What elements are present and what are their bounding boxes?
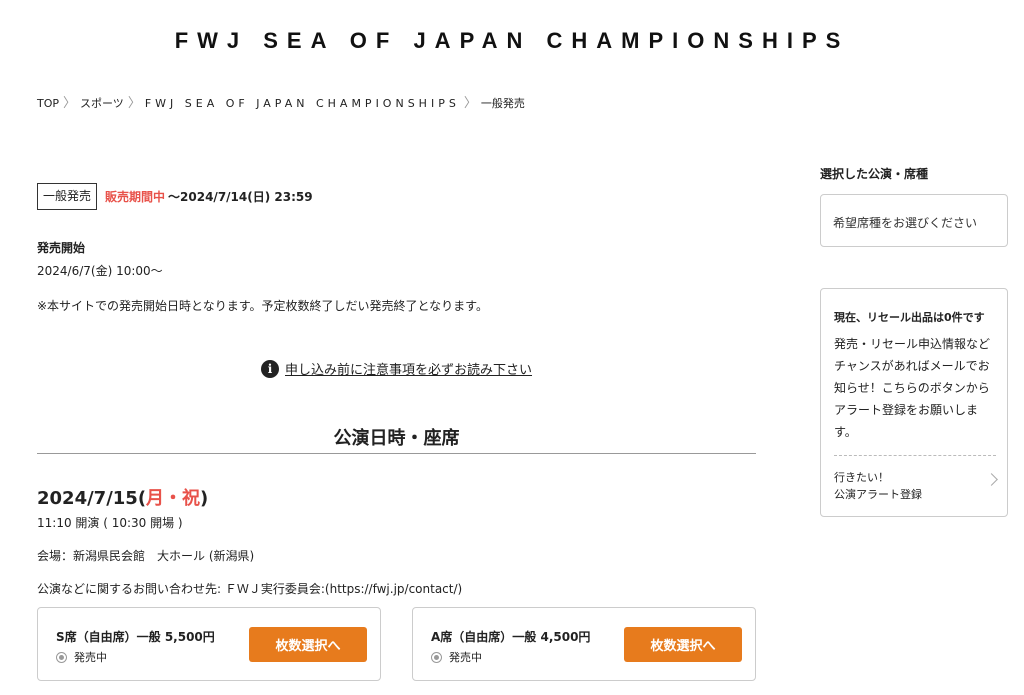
alert-register-link[interactable]: 行きたい！ 公演アラート登録 bbox=[834, 469, 998, 505]
holiday-label: 月・祝 bbox=[146, 488, 201, 509]
breadcrumb-separator-icon: 〉 bbox=[127, 95, 141, 111]
breadcrumb-separator-icon: 〉 bbox=[463, 95, 477, 111]
sale-type-badge: 一般発売 bbox=[37, 183, 98, 210]
resale-alert-box: 現在、リセール出品は0件です 発売・リセール申込情報などチャンスがあればメールで… bbox=[820, 288, 1008, 517]
selected-seat-title: 選択した公演・席種 bbox=[820, 167, 929, 181]
sale-note: ※本サイトでの発売開始日時となります。予定枚数終了しだい発売終了となります。 bbox=[37, 299, 488, 313]
breadcrumb-current: 一般発売 bbox=[480, 97, 525, 110]
breadcrumb-separator-icon: 〉 bbox=[63, 95, 77, 111]
venue: 会場：新潟県民会館 大ホール (新潟県) bbox=[37, 549, 255, 563]
resale-title: 現在、リセール出品は0件です bbox=[834, 311, 985, 324]
performance-date: 2024/7/15(月・祝) bbox=[37, 488, 209, 509]
seat-status: 発売中 bbox=[431, 649, 482, 665]
status-dot-icon bbox=[431, 651, 442, 663]
seat-card: A席（自由席）一般 4,500円 発売中 枚数選択へ bbox=[412, 607, 756, 681]
section-divider bbox=[37, 453, 756, 454]
notice-link[interactable]: 申し込み前に注意事項を必ずお読み下さい bbox=[285, 359, 532, 378]
notice-link-row[interactable]: i 申し込み前に注意事項を必ずお読み下さい bbox=[261, 359, 532, 378]
breadcrumb: TOP 〉 スポーツ 〉 FWJ SEA OF JAPAN CHAMPIONSH… bbox=[37, 95, 525, 111]
breadcrumb-sports[interactable]: スポーツ bbox=[80, 95, 124, 111]
select-quantity-button[interactable]: 枚数選択へ bbox=[624, 627, 742, 662]
seat-card: S席（自由席）一般 5,500円 発売中 枚数選択へ bbox=[37, 607, 381, 681]
sale-status: 販売期間中 bbox=[105, 190, 166, 204]
section-title: 公演日時・座席 bbox=[333, 428, 460, 449]
sale-status-row: 一般発売 販売期間中 〜2024/7/14(日) 23:59 bbox=[37, 183, 313, 210]
site-title: FWJ SEA OF JAPAN CHAMPIONSHIPS bbox=[174, 28, 850, 53]
seat-name: S席（自由席）一般 5,500円 bbox=[56, 630, 215, 644]
divider bbox=[834, 455, 996, 456]
sale-end-date: 〜2024/7/14(日) 23:59 bbox=[168, 190, 313, 204]
seat-name: A席（自由席）一般 4,500円 bbox=[431, 630, 591, 644]
contact-info: 公演などに関するお問い合わせ先: ＦＷＪ実行委員会:(https://fwj.j… bbox=[37, 582, 463, 596]
info-icon: i bbox=[261, 359, 279, 378]
select-quantity-button[interactable]: 枚数選択へ bbox=[249, 627, 367, 662]
selected-seat-box: 希望席種をお選びください bbox=[820, 194, 1008, 247]
release-label: 発売開始 bbox=[37, 241, 86, 255]
resale-body: 発売・リセール申込情報などチャンスがあればメールでお知らせ！こちらのボタンからア… bbox=[834, 337, 991, 439]
status-dot-icon bbox=[56, 651, 67, 663]
breadcrumb-top[interactable]: TOP bbox=[37, 97, 59, 110]
release-date: 2024/6/7(金) 10:00〜 bbox=[37, 264, 163, 278]
performance-time: 11:10 開演 ( 10:30 開場 ) bbox=[37, 516, 183, 530]
seat-status: 発売中 bbox=[56, 649, 107, 665]
breadcrumb-event[interactable]: FWJ SEA OF JAPAN CHAMPIONSHIPS bbox=[145, 97, 460, 110]
